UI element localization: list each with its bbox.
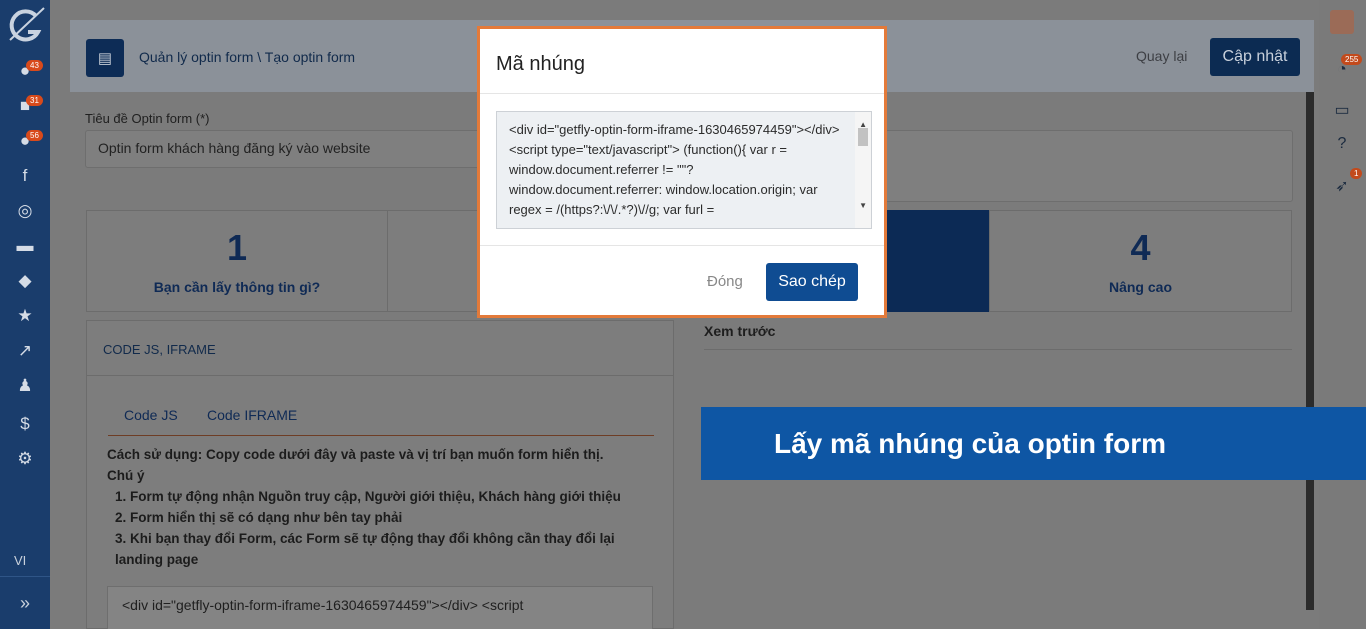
dollar-icon[interactable]: $: [14, 413, 36, 435]
note-item: 3. Khi bạn thay đổi Form, các Form sẽ tự…: [115, 531, 615, 567]
target-icon[interactable]: ◎: [14, 200, 36, 222]
usage-text: Cách sử dụng: Copy code dưới đây và past…: [107, 447, 604, 462]
step-4[interactable]: 4 Nâng cao: [989, 210, 1292, 312]
left-sidebar: ● 43 ■ 31 ● 56 f ◎ ▬ ◆ ★ ↗ ♟ $ ⚙ VI »: [0, 0, 50, 629]
update-button[interactable]: Cập nhật: [1210, 38, 1300, 76]
rocket-icon[interactable]: ➶: [1330, 174, 1354, 198]
cart-icon[interactable]: ▬: [14, 235, 36, 257]
user-tie-icon[interactable]: ♟: [14, 375, 36, 397]
step-1-number: 1: [226, 227, 248, 268]
getfly-logo[interactable]: [6, 6, 46, 46]
help-icon[interactable]: ?: [1330, 132, 1354, 156]
form-icon: ▤: [86, 39, 124, 77]
step-2[interactable]: [387, 210, 481, 312]
title-label: Tiêu đề Optin form (*): [85, 111, 210, 126]
rocket-badge: 1: [1350, 168, 1363, 179]
step-1[interactable]: 1 Bạn cần lấy thông tin gì?: [86, 210, 388, 312]
code-scrollbar[interactable]: ▲ ▼: [855, 112, 871, 228]
note-label: Chú ý: [107, 468, 145, 483]
embed-code-text: <div id="getfly-optin-form-iframe-163046…: [509, 122, 840, 217]
usage-instructions: Cách sử dụng: Copy code dưới đây và past…: [107, 444, 657, 570]
chat-icon[interactable]: ▭: [1330, 98, 1354, 122]
description-textarea[interactable]: [885, 130, 1293, 202]
notification-badge: 255: [1341, 54, 1363, 65]
js-code-textarea[interactable]: <div id="getfly-optin-form-iframe-163046…: [107, 586, 653, 629]
tab-code-iframe[interactable]: Code IFRAME: [207, 407, 297, 423]
code-panel-title: CODE JS, IFRAME: [87, 321, 673, 376]
expand-sidebar-icon[interactable]: »: [0, 576, 50, 629]
right-sidebar: ◔ 255 ▭ ? ➶ 1: [1319, 0, 1366, 629]
divider: [704, 349, 1292, 350]
breadcrumb[interactable]: Quản lý optin form \ Tạo optin form: [139, 49, 355, 65]
language-switch[interactable]: VI: [14, 553, 26, 568]
close-button[interactable]: Đóng: [707, 273, 743, 290]
divider: [480, 245, 884, 246]
embed-code-textarea[interactable]: <div id="getfly-optin-form-iframe-163046…: [496, 111, 872, 229]
modal-title: Mã nhúng: [496, 53, 585, 75]
divider: [480, 93, 884, 94]
contacts-badge: 31: [26, 95, 43, 106]
step-4-label: Nâng cao: [1108, 279, 1172, 295]
avatar[interactable]: [1330, 10, 1354, 34]
copy-button[interactable]: Sao chép: [766, 263, 858, 301]
group-badge: 56: [26, 130, 43, 141]
note-item: 2. Form hiển thị sẽ có dạng như bên tay …: [115, 510, 403, 525]
step-4-number: 4: [1130, 227, 1151, 268]
code-panel: CODE JS, IFRAME Code JS Code IFRAME Cách…: [86, 320, 674, 629]
page-scrollbar[interactable]: [1306, 92, 1314, 610]
embed-code-modal: Mã nhúng <div id="getfly-optin-form-ifra…: [477, 26, 887, 318]
tab-code-js[interactable]: Code JS: [124, 407, 178, 423]
chart-icon[interactable]: ↗: [14, 340, 36, 362]
facebook-icon[interactable]: f: [14, 165, 36, 187]
title-input[interactable]: Optin form khách hàng đăng ký vào websit…: [85, 130, 485, 168]
user-badge: 43: [26, 60, 43, 71]
scroll-down-icon[interactable]: ▼: [859, 196, 867, 216]
scroll-thumb[interactable]: [858, 128, 868, 146]
star-icon[interactable]: ★: [14, 305, 36, 327]
cubes-icon[interactable]: ◆: [14, 270, 36, 292]
back-link[interactable]: Quay lại: [1136, 48, 1187, 64]
step-3[interactable]: [885, 210, 989, 312]
preview-label: Xem trước: [704, 323, 776, 339]
code-tabs: Code JS Code IFRAME: [108, 401, 654, 436]
note-item: 1. Form tự động nhận Nguồn truy cập, Ngư…: [115, 489, 621, 504]
caption-banner: Lấy mã nhúng của optin form: [701, 407, 1366, 480]
gear-icon[interactable]: ⚙: [14, 448, 36, 470]
step-1-label: Bạn cần lấy thông tin gì?: [153, 279, 321, 295]
